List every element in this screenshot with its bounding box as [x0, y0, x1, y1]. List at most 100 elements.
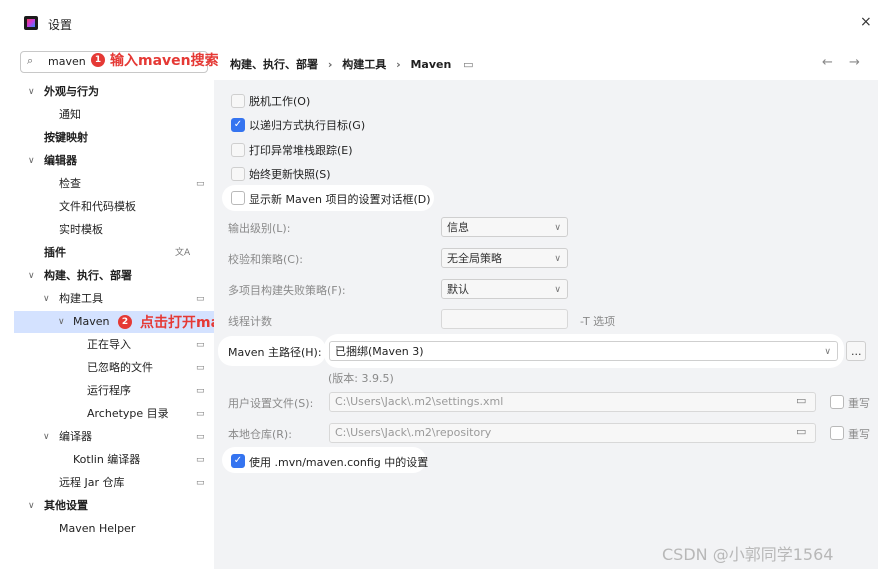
- sidebar-item-plugins[interactable]: 插件 文A: [14, 242, 214, 264]
- recursive-label: 以递归方式执行目标(G): [249, 119, 366, 132]
- checksum-label: 校验和策略(C):: [228, 253, 303, 266]
- translate-icon: 文A: [175, 248, 191, 258]
- project-scope-icon: ▭: [196, 363, 205, 373]
- step1-badge: 1: [91, 53, 105, 67]
- chevron-down-icon: ∨: [554, 254, 561, 264]
- output-level-label: 输出级别(L):: [228, 222, 291, 235]
- user-settings-input[interactable]: C:\Users\Jack\.m2\settings.xml: [329, 392, 816, 412]
- sidebar-item-label: 外观与行为: [44, 85, 99, 98]
- chevron-down-icon: ∨: [554, 285, 561, 295]
- sidebar-item-runner[interactable]: 运行程序 ▭: [14, 380, 214, 402]
- maven-settings-panel: 脱机工作(O) ✓ 以递归方式执行目标(G) 打印异常堆栈跟踪(E) 始终更新快…: [214, 80, 878, 569]
- nav-back-forward[interactable]: ← →: [822, 55, 866, 70]
- maven-home-value: 已捆绑(Maven 3): [335, 345, 424, 358]
- browse-button[interactable]: ...: [846, 341, 866, 361]
- breadcrumb-separator: ›: [327, 58, 333, 71]
- sidebar-item-label: 编辑器: [44, 154, 77, 167]
- sidebar-item-importing[interactable]: 正在导入 ▭: [14, 334, 214, 356]
- project-scope-icon: ▭: [196, 179, 205, 189]
- sidebar-item-ignored-files[interactable]: 已忽略的文件 ▭: [14, 357, 214, 379]
- offline-label: 脱机工作(O): [249, 95, 311, 108]
- offline-checkbox[interactable]: [231, 94, 245, 108]
- sidebar-item-archetype[interactable]: Archetype 目录 ▭: [14, 403, 214, 425]
- sidebar-item-label: Archetype 目录: [87, 407, 169, 420]
- override-repo-label: 重写: [848, 428, 870, 441]
- sidebar-item-label: Maven Helper: [59, 522, 136, 535]
- project-scope-icon: ▭: [196, 340, 205, 350]
- step1-note: 输入maven搜索: [110, 53, 219, 69]
- failure-policy-value: 默认: [447, 283, 469, 296]
- sidebar-item-editor[interactable]: ∨ 编辑器: [14, 150, 214, 172]
- project-scope-icon: ▭: [196, 409, 205, 419]
- sidebar-item-label: 其他设置: [44, 499, 88, 512]
- sidebar-item-label: 按键映射: [44, 131, 88, 144]
- sidebar-item-live-templates[interactable]: 实时模板: [14, 219, 214, 241]
- sidebar-item-label: 已忽略的文件: [87, 361, 153, 374]
- output-level-value: 信息: [447, 221, 469, 234]
- sidebar-item-label: 插件: [44, 246, 66, 259]
- project-scope-icon: ▭: [196, 432, 205, 442]
- thread-count-input[interactable]: [441, 309, 568, 329]
- sidebar-item-label: 实时模板: [59, 223, 103, 236]
- chevron-down-icon[interactable]: ∨: [28, 150, 35, 172]
- csdn-watermark: CSDN @小郭同学1564: [662, 545, 834, 564]
- sidebar-item-label: 运行程序: [87, 384, 131, 397]
- snapshots-label: 始终更新快照(S): [249, 168, 331, 181]
- project-scope-icon: ▭: [463, 58, 474, 71]
- failure-policy-label: 多项目构建失败策略(F):: [228, 284, 346, 297]
- override-repo-checkbox[interactable]: [830, 426, 844, 440]
- sidebar-item-label: 构建、执行、部署: [44, 269, 132, 282]
- search-input-value[interactable]: maven: [48, 55, 86, 68]
- mvn-config-checkbox[interactable]: ✓: [231, 454, 245, 468]
- sidebar-item-maven-helper[interactable]: Maven Helper: [14, 518, 214, 540]
- sidebar-item-label: Maven: [73, 315, 110, 328]
- breadcrumb-build[interactable]: 构建、执行、部署: [230, 58, 318, 71]
- sidebar-item-notifications[interactable]: 通知: [14, 104, 214, 126]
- recursive-checkbox[interactable]: ✓: [231, 118, 245, 132]
- failure-policy-select[interactable]: 默认 ∨: [441, 279, 568, 299]
- chevron-down-icon[interactable]: ∨: [43, 426, 50, 448]
- sidebar-item-other-settings[interactable]: ∨ 其他设置: [14, 495, 214, 517]
- maven-home-select[interactable]: 已捆绑(Maven 3) ∨: [329, 341, 838, 361]
- close-icon[interactable]: ×: [860, 14, 872, 30]
- sidebar-item-label: 正在导入: [87, 338, 131, 351]
- folder-icon[interactable]: ▭: [796, 394, 806, 407]
- maven-version: (版本: 3.9.5): [328, 372, 394, 385]
- chevron-down-icon[interactable]: ∨: [28, 495, 35, 517]
- chevron-down-icon[interactable]: ∨: [58, 311, 65, 333]
- sidebar-item-appearance[interactable]: ∨ 外观与行为: [14, 81, 214, 103]
- override-settings-checkbox[interactable]: [830, 395, 844, 409]
- checksum-select[interactable]: 无全局策略 ∨: [441, 248, 568, 268]
- sidebar-item-inspections[interactable]: 检查 ▭: [14, 173, 214, 195]
- maven-home-label: Maven 主路径(H):: [228, 346, 322, 359]
- breadcrumb: 构建、执行、部署 › 构建工具 › Maven ▭: [230, 56, 474, 72]
- sidebar-item-build-execution[interactable]: ∨ 构建、执行、部署: [14, 265, 214, 287]
- local-repo-label: 本地仓库(R):: [228, 428, 292, 441]
- thread-count-label: 线程计数: [228, 315, 272, 328]
- show-dialog-checkbox[interactable]: [231, 191, 245, 205]
- snapshots-checkbox[interactable]: [231, 167, 245, 181]
- stacktrace-checkbox[interactable]: [231, 143, 245, 157]
- folder-icon[interactable]: ▭: [796, 425, 806, 438]
- output-level-select[interactable]: 信息 ∨: [441, 217, 568, 237]
- chevron-down-icon[interactable]: ∨: [28, 81, 35, 103]
- sidebar-item-label: Kotlin 编译器: [73, 453, 141, 466]
- search-icon: ⌕: [27, 54, 34, 67]
- sidebar-item-kotlin-compiler[interactable]: Kotlin 编译器 ▭: [14, 449, 214, 471]
- title-bar: [0, 0, 878, 46]
- sidebar-item-remote-jar[interactable]: 远程 Jar 仓库 ▭: [14, 472, 214, 494]
- sidebar-item-build-tools[interactable]: ∨ 构建工具 ▭: [14, 288, 214, 310]
- override-settings-label: 重写: [848, 397, 870, 410]
- sidebar-item-keymap[interactable]: 按键映射: [14, 127, 214, 149]
- sidebar-item-file-templates[interactable]: 文件和代码模板: [14, 196, 214, 218]
- chevron-down-icon[interactable]: ∨: [28, 265, 35, 287]
- checksum-value: 无全局策略: [447, 252, 502, 265]
- show-dialog-label: 显示新 Maven 项目的设置对话框(D): [249, 193, 431, 206]
- sidebar-item-compiler[interactable]: ∨ 编译器 ▭: [14, 426, 214, 448]
- local-repo-input[interactable]: C:\Users\Jack\.m2\repository: [329, 423, 816, 443]
- thread-count-suffix: -T 选项: [580, 315, 616, 328]
- breadcrumb-build-tools[interactable]: 构建工具: [342, 58, 386, 71]
- project-scope-icon: ▭: [196, 478, 205, 488]
- breadcrumb-maven: Maven: [410, 58, 452, 71]
- chevron-down-icon[interactable]: ∨: [43, 288, 50, 310]
